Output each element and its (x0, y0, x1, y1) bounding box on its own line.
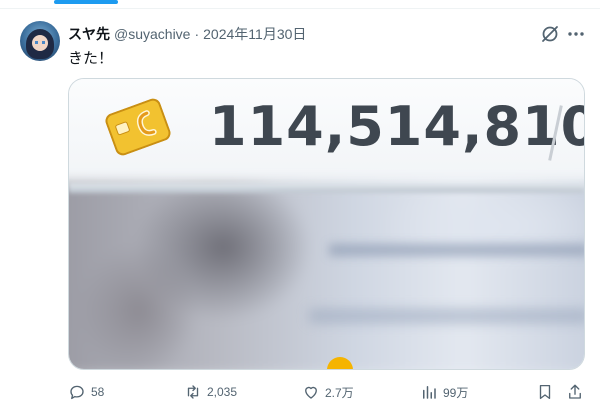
action-bar: 58 2,035 2.7万 99万 (68, 380, 588, 404)
separator: · (194, 26, 200, 42)
repost-icon (187, 385, 199, 399)
share-icon[interactable] (566, 383, 584, 401)
post-text: きた！ (68, 50, 114, 67)
post-date[interactable]: 2024年11月30日 (203, 24, 306, 44)
like-count: 2.7万 (325, 385, 354, 400)
grok-icon[interactable] (540, 24, 560, 44)
reply-count: 58 (91, 385, 105, 399)
view-count: 99万 (443, 385, 469, 400)
avatar[interactable] (20, 21, 60, 61)
display-name[interactable]: スヤ先 (68, 24, 110, 44)
tab-active-indicator (54, 0, 118, 4)
more-icon[interactable] (566, 24, 586, 44)
repost-count: 2,035 (207, 385, 238, 399)
like-icon (305, 386, 317, 399)
currency-amount: 114,514,810 (209, 95, 585, 158)
repost-button[interactable]: 2,035 (184, 380, 237, 404)
blurred-background (69, 183, 584, 369)
post-header: スヤ先 @suyachive · 2024年11月30日 (68, 24, 306, 44)
views-icon (423, 386, 436, 399)
bookmark-icon[interactable] (536, 383, 554, 401)
user-handle[interactable]: @suyachive (114, 26, 190, 42)
reply-icon (70, 385, 84, 400)
divider (0, 8, 600, 9)
like-button[interactable]: 2.7万 (302, 380, 354, 404)
views-button[interactable]: 99万 (420, 380, 468, 404)
reply-button[interactable]: 58 (68, 380, 104, 404)
post-media[interactable]: 114,514,810 (68, 78, 585, 370)
